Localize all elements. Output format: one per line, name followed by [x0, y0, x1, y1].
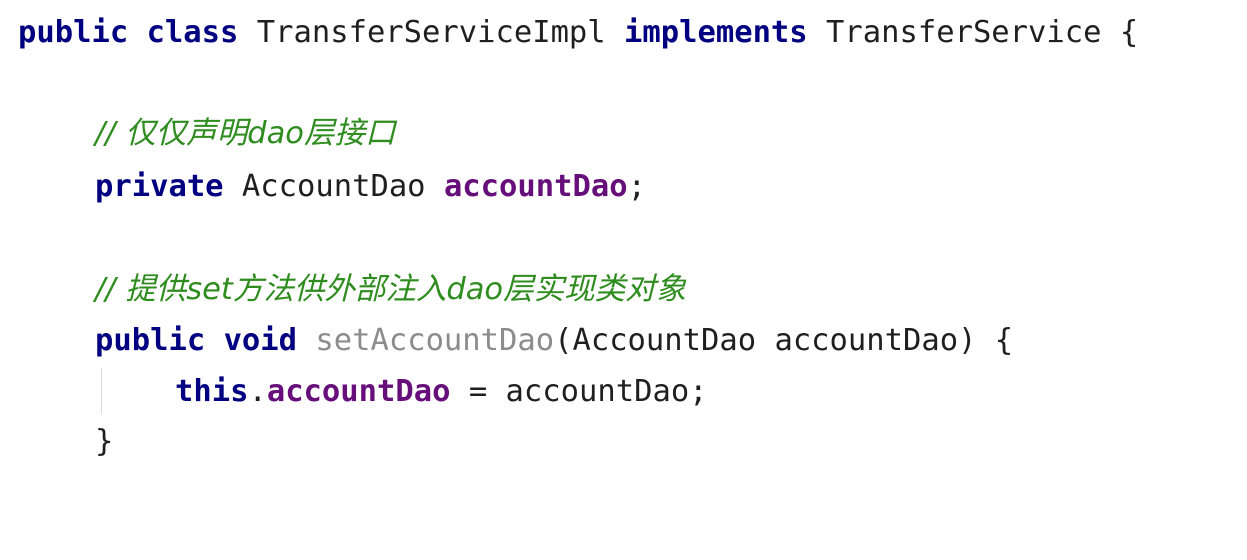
comment-prefix: // — [95, 272, 126, 307]
close-brace: } — [95, 424, 114, 459]
indent-guide — [101, 368, 102, 414]
field-name: accountDao — [443, 169, 628, 204]
comment-prefix: // — [95, 116, 126, 151]
comment-text: 仅仅声明dao层接口 — [125, 116, 396, 151]
keyword-public: public — [18, 15, 129, 50]
code-line-close-brace: } — [95, 420, 113, 464]
code-line-assignment: this.accountDao = accountDao; — [175, 370, 708, 414]
keyword-class: class — [146, 15, 239, 50]
keyword-implements: implements — [624, 15, 808, 50]
method-name: setAccountDao — [315, 323, 555, 358]
interface-name: TransferService — [826, 15, 1102, 50]
method-params: (AccountDao accountDao) { — [554, 323, 1014, 358]
code-line-method-declaration: public void setAccountDao(AccountDao acc… — [95, 319, 1013, 363]
keyword-void: void — [223, 323, 298, 358]
field-reference: accountDao — [266, 374, 451, 409]
keyword-private: private — [95, 169, 224, 204]
class-name: TransferServiceImpl — [256, 15, 606, 50]
keyword-public: public — [95, 323, 206, 358]
code-editor[interactable]: public class TransferServiceImpl impleme… — [18, 0, 1243, 560]
code-line-class-declaration: public class TransferServiceImpl impleme… — [18, 11, 1138, 55]
code-line-comment-1: // 仅仅声明dao层接口 — [95, 112, 395, 156]
semicolon: ; — [627, 169, 646, 204]
dot: . — [248, 374, 267, 409]
keyword-this: this — [175, 374, 249, 409]
code-line-field-declaration: private AccountDao accountDao; — [95, 165, 646, 209]
code-line-comment-2: // 提供set方法供外部注入dao层实现类对象 — [95, 268, 686, 312]
comment-text: 提供set方法供外部注入dao层实现类对象 — [125, 272, 687, 307]
assignment-rest: = accountDao; — [450, 374, 708, 409]
open-brace: { — [1119, 15, 1139, 50]
field-type: AccountDao — [241, 169, 426, 204]
